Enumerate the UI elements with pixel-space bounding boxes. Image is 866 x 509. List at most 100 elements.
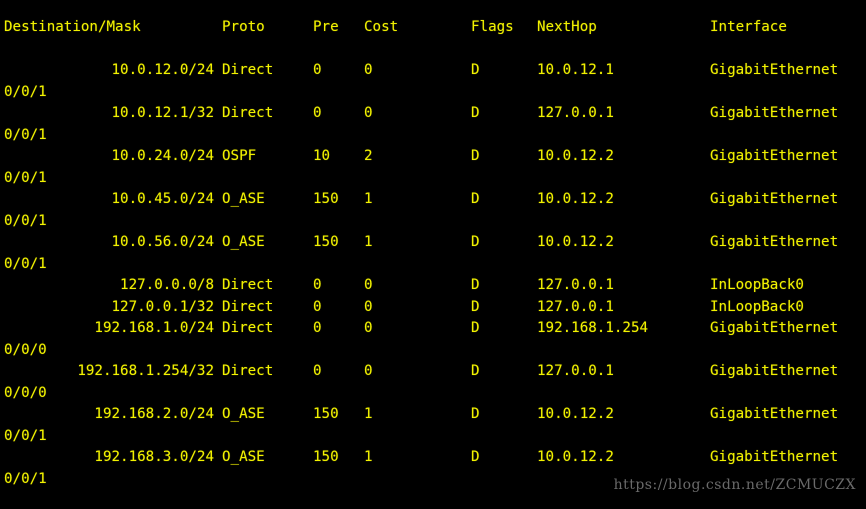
table-row-wrap: 0/0/0	[0, 383, 866, 405]
table-row-wrap: 0/0/1	[0, 125, 866, 147]
watermark-text: https://blog.csdn.net/ZCMUCZX	[613, 476, 856, 493]
column-header-nexthop: NextHop	[537, 19, 597, 35]
route-flags: D	[471, 363, 480, 379]
route-pre: 0	[313, 363, 322, 379]
route-proto: O_ASE	[222, 406, 265, 422]
route-cost: 0	[364, 320, 373, 336]
route-interface: GigabitEthernet	[710, 191, 839, 207]
route-nexthop: 10.0.12.2	[537, 191, 614, 207]
route-interface-wrap: 0/0/0	[4, 384, 47, 401]
route-cost: 0	[364, 105, 373, 121]
route-flags: D	[471, 234, 480, 250]
route-flags: D	[471, 277, 480, 293]
route-interface: GigabitEthernet	[710, 62, 839, 78]
route-proto: Direct	[222, 277, 274, 293]
route-pre: 0	[313, 320, 322, 336]
table-row: 127.0.0.0/8 Direct 0 0 D 127.0.0.1 InLoopBack0	[0, 275, 866, 297]
route-cost: 1	[364, 449, 373, 465]
table-row: 10.0.45.0/24 O_ASE 150 1 D 10.0.12.2 GigabitEt…	[0, 189, 866, 211]
route-proto: OSPF	[222, 148, 257, 164]
route-flags: D	[471, 298, 480, 315]
route-cost: 2	[364, 148, 373, 164]
table-row-wrap: 0/0/1	[0, 254, 866, 276]
table-row: 192.168.1.0/24 Direct 0 0 D 192.168.1.254 Giga…	[0, 318, 866, 340]
route-flags: D	[471, 320, 480, 336]
route-nexthop: 192.168.1.254	[537, 320, 649, 336]
route-pre: 0	[313, 298, 322, 315]
route-destination-mask: 10.0.24.0/24	[111, 148, 215, 164]
route-proto: Direct	[222, 363, 274, 379]
route-cost: 0	[364, 298, 373, 315]
route-flags: D	[471, 191, 480, 207]
table-row-wrap: 0/0/1	[0, 168, 866, 190]
route-interface-wrap: 0/0/1	[4, 212, 47, 229]
route-cost: 1	[364, 406, 373, 422]
route-interface-wrap: 0/0/1	[4, 83, 47, 100]
route-interface: InLoopBack0	[710, 298, 804, 315]
route-interface: GigabitEthernet	[710, 234, 839, 250]
terminal-screen: Destination/Mask Proto Pre Cost Flags Ne…	[0, 0, 866, 509]
table-header-row: Destination/Mask Proto Pre Cost Flags Ne…	[0, 17, 866, 39]
route-cost: 0	[364, 363, 373, 379]
table-row: 127.0.0.1/32 Direct 0 0 D 127.0.0.1 InLoopBack…	[0, 297, 866, 319]
route-nexthop: 10.0.12.2	[537, 234, 614, 250]
route-pre: 10	[313, 148, 331, 164]
route-interface-wrap: 0/0/1	[4, 470, 47, 487]
route-pre: 0	[313, 105, 322, 121]
table-row: 10.0.12.0/24 Direct 0 0 D 10.0.12.1 GigabitEth…	[0, 60, 866, 82]
table-row-wrap: 0/0/1	[0, 426, 866, 448]
table-row: 10.0.56.0/24 O_ASE 150 1 D 10.0.12.2 GigabitEt…	[0, 232, 866, 254]
route-flags: D	[471, 148, 480, 164]
route-proto: O_ASE	[222, 234, 265, 250]
route-interface: GigabitEthernet	[710, 105, 839, 121]
route-interface: InLoopBack0	[710, 277, 804, 293]
route-interface: GigabitEthernet	[710, 406, 839, 422]
route-destination-mask: 10.0.12.1/32	[111, 105, 215, 121]
route-pre: 150	[313, 234, 339, 250]
route-pre: 150	[313, 406, 339, 422]
route-flags: D	[471, 105, 480, 121]
column-header-destination-mask: Destination/Mask	[4, 19, 141, 35]
table-row-wrap: 0/0/1	[0, 211, 866, 233]
route-flags: D	[471, 62, 480, 78]
route-nexthop: 10.0.12.2	[537, 148, 614, 164]
route-pre: 0	[313, 62, 322, 78]
route-interface-wrap: 0/0/1	[4, 169, 47, 186]
route-pre: 150	[313, 191, 339, 207]
table-row-wrap: 0/0/1	[0, 82, 866, 104]
route-destination-mask: 10.0.12.0/24	[111, 62, 215, 78]
route-nexthop: 10.0.12.1	[537, 62, 614, 78]
route-interface: GigabitEthernet	[710, 363, 839, 379]
column-header-flags: Flags	[471, 19, 514, 35]
route-proto: O_ASE	[222, 449, 265, 465]
route-proto: Direct	[222, 62, 274, 78]
route-interface-wrap: 0/0/1	[4, 255, 47, 272]
table-row: 10.0.12.1/32 Direct 0 0 D 127.0.0.1 GigabitEth…	[0, 103, 866, 125]
column-header-interface: Interface	[710, 19, 787, 35]
route-destination-mask: 192.168.1.254/32	[77, 363, 214, 379]
route-destination-mask: 192.168.3.0/24	[94, 449, 214, 465]
column-header-proto: Proto	[222, 19, 265, 35]
route-destination-mask: 10.0.56.0/24	[111, 234, 215, 250]
route-cost: 1	[364, 234, 373, 250]
table-row-wrap: 0/0/0	[0, 340, 866, 362]
route-cost: 1	[364, 191, 373, 207]
route-nexthop: 10.0.12.2	[537, 406, 614, 422]
route-interface: GigabitEthernet	[710, 320, 839, 336]
route-proto: Direct	[222, 298, 274, 315]
route-interface: GigabitEthernet	[710, 148, 839, 164]
route-destination-mask: 127.0.0.0/8	[120, 277, 214, 293]
route-interface-wrap: 0/0/1	[4, 126, 47, 143]
column-header-cost: Cost	[364, 19, 399, 35]
route-nexthop: 127.0.0.1	[537, 298, 614, 315]
route-pre: 0	[313, 277, 322, 293]
route-interface: GigabitEthernet	[710, 449, 839, 465]
route-nexthop: 127.0.0.1	[537, 105, 614, 121]
route-destination-mask: 127.0.0.1/32	[111, 298, 215, 315]
route-proto: O_ASE	[222, 191, 265, 207]
route-destination-mask: 192.168.2.0/24	[94, 406, 214, 422]
routing-table-output: Destination/Mask Proto Pre Cost Flags Ne…	[0, 0, 866, 490]
route-cost: 0	[364, 277, 373, 293]
route-pre: 150	[313, 449, 339, 465]
